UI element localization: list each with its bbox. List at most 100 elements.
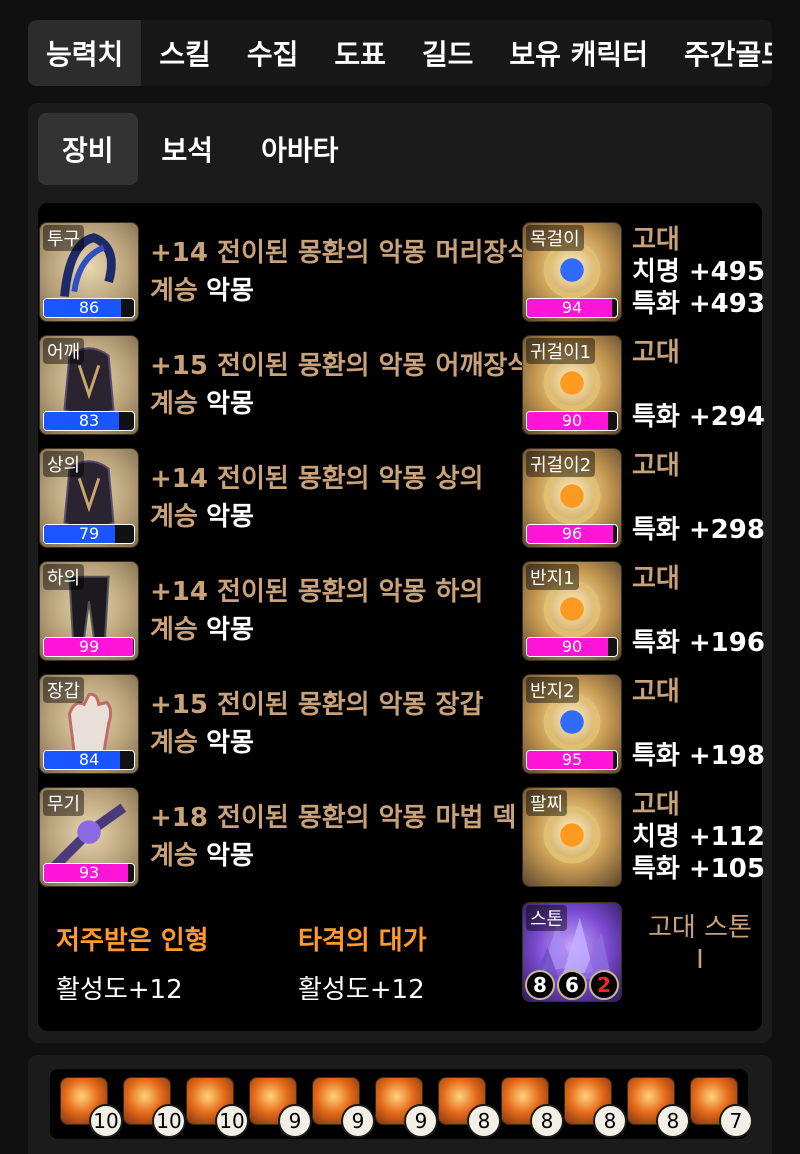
quality-value: 94 bbox=[561, 298, 583, 317]
item-slot-label: 목걸이 bbox=[526, 225, 584, 251]
equipment-name: +14 전이된 몽환의 악몽 머리장식 bbox=[150, 238, 522, 268]
engraving-value: 활성도+12 bbox=[56, 975, 183, 1005]
gem-level: 8 bbox=[530, 1104, 564, 1138]
accessory-info: 고대 치명 +495 특화 +493 bbox=[632, 224, 765, 320]
tab-characters[interactable]: 보유 캐릭터 bbox=[491, 20, 666, 86]
tab-weekly-gold[interactable]: 주간골드 bbox=[666, 20, 772, 86]
gem-item[interactable]: 7 bbox=[690, 1077, 753, 1138]
equipment-item-5[interactable]: 장갑 84 bbox=[39, 674, 139, 774]
tab-guild[interactable]: 길드 bbox=[404, 20, 492, 86]
gem-item[interactable]: 8 bbox=[501, 1077, 564, 1138]
stone-level-3: 2 bbox=[589, 970, 619, 1000]
subtab-gems[interactable]: 보석 bbox=[138, 113, 238, 185]
item-slot-label: 상의 bbox=[43, 451, 85, 477]
succession-value: 악몽 bbox=[206, 276, 254, 306]
gem-level: 9 bbox=[278, 1104, 312, 1138]
item-slot-label: 어깨 bbox=[43, 338, 85, 364]
gem-strip: 10 10 10 9 9 9 8 8 8 8 7 bbox=[50, 1069, 753, 1139]
gem-level: 8 bbox=[656, 1104, 690, 1138]
accessory-item-5[interactable]: 반지2 95 bbox=[522, 674, 622, 774]
engraving-value: 활성도+12 bbox=[298, 975, 425, 1005]
quality-value: 96 bbox=[561, 524, 583, 543]
quality-value: 86 bbox=[78, 298, 100, 317]
item-slot-label: 투구 bbox=[43, 225, 85, 251]
tab-stats[interactable]: 능력치 bbox=[28, 20, 142, 86]
accessory-item-1[interactable]: 목걸이 94 bbox=[522, 222, 622, 322]
gem-item[interactable]: 8 bbox=[627, 1077, 690, 1138]
equipment-name: +14 전이된 몽환의 악몽 상의 bbox=[150, 464, 484, 494]
equipment-name: +18 전이된 몽환의 악몽 마법 덱 bbox=[150, 803, 517, 833]
sub-tab-bar: 장비 보석 아바타 bbox=[38, 113, 362, 185]
equipment-succession: 계승 악몽 bbox=[150, 722, 254, 759]
equipment-succession: 계승 악몽 bbox=[150, 496, 254, 533]
equipment-item-1[interactable]: 투구 86 bbox=[39, 222, 139, 322]
top-tab-bar: 능력치 스킬 수집 도표 길드 보유 캐릭터 주간골드 bbox=[28, 20, 772, 86]
gem-item[interactable]: 8 bbox=[564, 1077, 627, 1138]
equipment-item-4[interactable]: 하의 99 bbox=[39, 561, 139, 661]
accessory-item-3[interactable]: 귀걸이2 96 bbox=[522, 448, 622, 548]
ability-stone[interactable]: 스톤 8 6 2 bbox=[522, 902, 622, 1002]
quality-bar: 83 bbox=[43, 411, 135, 431]
equipment-name: +15 전이된 몽환의 악몽 장갑 bbox=[150, 690, 484, 720]
engraving-name: 타격의 대가 bbox=[298, 926, 427, 956]
quality-bar: 95 bbox=[526, 750, 618, 770]
gem-level: 10 bbox=[152, 1104, 186, 1138]
quality-bar: 99 bbox=[43, 637, 135, 657]
accessory-info: 고대 특화 +196 bbox=[632, 563, 765, 659]
item-slot-label: 스톤 bbox=[526, 905, 568, 931]
equipment-item-3[interactable]: 상의 79 bbox=[39, 448, 139, 548]
gem-panel: 10 10 10 9 9 9 8 8 8 8 7 bbox=[28, 1055, 772, 1154]
quality-value: 84 bbox=[78, 750, 100, 769]
gem-level: 8 bbox=[593, 1104, 627, 1138]
item-slot-label: 하의 bbox=[43, 564, 85, 590]
gem-level: 7 bbox=[719, 1104, 753, 1138]
equipment-succession: 계승 악몽 bbox=[150, 609, 254, 646]
accessory-item-2[interactable]: 귀걸이1 90 bbox=[522, 335, 622, 435]
equipment-name: +15 전이된 몽환의 악몽 어깨장식 bbox=[150, 351, 522, 381]
gem-level: 10 bbox=[215, 1104, 249, 1138]
accessory-grade: 고대 bbox=[632, 564, 680, 594]
gem-item[interactable]: 10 bbox=[123, 1077, 186, 1138]
quality-bar: 96 bbox=[526, 524, 618, 544]
accessory-stat: 치명 +112 bbox=[632, 822, 765, 852]
accessory-item-6[interactable]: 팔찌 bbox=[522, 787, 622, 887]
accessory-info: 고대 치명 +112 특화 +105 bbox=[632, 789, 765, 885]
accessory-item-4[interactable]: 반지1 90 bbox=[522, 561, 622, 661]
equipment-succession: 계승 악몽 bbox=[150, 383, 254, 420]
engraving-1[interactable]: 저주받은 인형 활성도+12 bbox=[56, 920, 209, 1006]
item-slot-label: 귀걸이2 bbox=[526, 451, 596, 477]
equipment-name: +14 전이된 몽환의 악몽 하의 bbox=[150, 577, 484, 607]
gem-item[interactable]: 9 bbox=[312, 1077, 375, 1138]
engraving-2[interactable]: 타격의 대가 활성도+12 bbox=[298, 920, 427, 1006]
gem-level: 9 bbox=[404, 1104, 438, 1138]
gem-item[interactable]: 10 bbox=[60, 1077, 123, 1138]
equipment-item-6[interactable]: 무기 93 bbox=[39, 787, 139, 887]
stone-levels: 8 6 2 bbox=[523, 970, 621, 1001]
gem-item[interactable]: 10 bbox=[186, 1077, 249, 1138]
succession-label: 계승 bbox=[150, 841, 198, 871]
gem-item[interactable]: 8 bbox=[438, 1077, 501, 1138]
equipment-succession: 계승 악몽 bbox=[150, 270, 254, 307]
subtab-equipment[interactable]: 장비 bbox=[38, 113, 138, 185]
item-slot-label: 무기 bbox=[43, 790, 85, 816]
succession-label: 계승 bbox=[150, 389, 198, 419]
tab-chart[interactable]: 도표 bbox=[316, 20, 404, 86]
quality-value: 79 bbox=[78, 524, 100, 543]
subtab-avatar[interactable]: 아바타 bbox=[237, 113, 362, 185]
quality-bar: 90 bbox=[526, 637, 618, 657]
gem-level: 8 bbox=[467, 1104, 501, 1138]
tab-skills[interactable]: 스킬 bbox=[141, 20, 229, 86]
succession-label: 계승 bbox=[150, 615, 198, 645]
item-slot-label: 팔찌 bbox=[526, 790, 568, 816]
gem-item[interactable]: 9 bbox=[375, 1077, 438, 1138]
equipment-item-2[interactable]: 어깨 83 bbox=[39, 335, 139, 435]
stone-grade-line1: 고대 스톤 bbox=[648, 913, 752, 943]
item-slot-label: 반지1 bbox=[526, 564, 579, 590]
succession-label: 계승 bbox=[150, 276, 198, 306]
equipment-succession: 계승 악몽 bbox=[150, 835, 254, 872]
accessory-info: 고대 특화 +294 bbox=[632, 337, 765, 433]
accessory-stat: 치명 +495 bbox=[632, 257, 765, 287]
tab-collection[interactable]: 수집 bbox=[229, 20, 317, 86]
accessory-info: 고대 특화 +298 bbox=[632, 450, 765, 546]
gem-item[interactable]: 9 bbox=[249, 1077, 312, 1138]
